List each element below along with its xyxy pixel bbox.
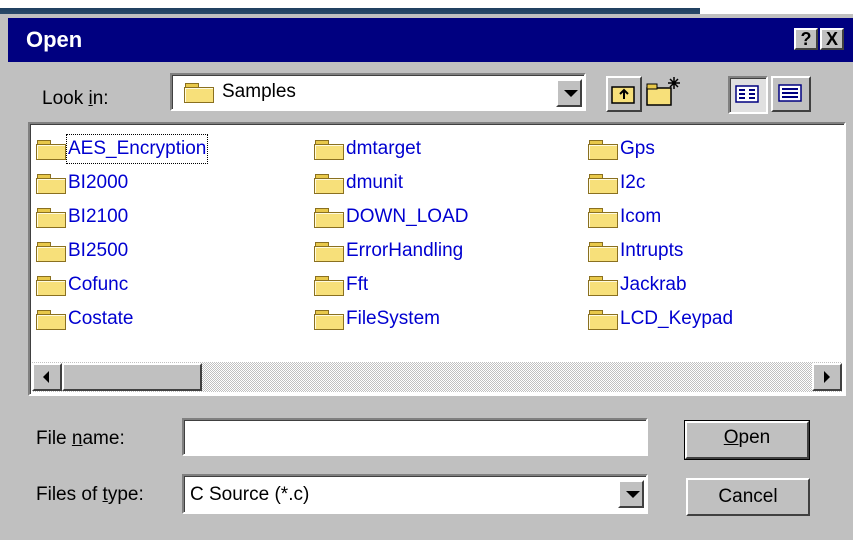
list-item[interactable]: dmunit bbox=[314, 170, 403, 196]
list-item[interactable]: Icom bbox=[588, 204, 661, 230]
look-in-combo[interactable]: Samples bbox=[170, 73, 586, 111]
list-item[interactable]: dmtarget bbox=[314, 136, 421, 162]
list-item[interactable]: I2c bbox=[588, 170, 645, 196]
folder-icon bbox=[36, 241, 66, 262]
file-type-dropdown-button[interactable] bbox=[618, 480, 644, 508]
arrow-left-icon bbox=[43, 371, 49, 383]
folder-icon bbox=[36, 139, 66, 160]
folder-icon bbox=[588, 207, 618, 228]
scroll-right-button[interactable] bbox=[812, 363, 842, 391]
create-new-folder-button[interactable] bbox=[644, 74, 680, 110]
folder-icon bbox=[314, 309, 344, 330]
folder-icon bbox=[314, 275, 344, 296]
file-name-input[interactable] bbox=[182, 418, 648, 456]
list-view-icon bbox=[735, 85, 759, 103]
arrow-right-icon bbox=[824, 371, 830, 383]
up-one-level-button[interactable] bbox=[606, 76, 642, 112]
scroll-thumb[interactable] bbox=[62, 363, 202, 391]
up-one-level-icon bbox=[611, 86, 635, 104]
file-list[interactable]: AES_Encryption BI2000 BI2100 BI2500 Cofu… bbox=[28, 122, 846, 396]
folder-icon bbox=[588, 241, 618, 262]
folder-icon bbox=[588, 139, 618, 160]
background-window-edge bbox=[0, 0, 700, 14]
list-item[interactable]: Jackrab bbox=[588, 272, 687, 298]
dialog-title: Open bbox=[26, 27, 83, 52]
horizontal-scrollbar[interactable] bbox=[32, 362, 842, 392]
open-folder-icon bbox=[184, 82, 214, 103]
file-type-combo[interactable]: C Source (*.c) bbox=[182, 474, 648, 514]
list-item[interactable]: Intrupts bbox=[588, 238, 683, 264]
list-item[interactable]: FileSystem bbox=[314, 306, 440, 332]
details-view-button[interactable] bbox=[771, 76, 811, 112]
open-button[interactable]: Open bbox=[684, 420, 810, 460]
folder-icon bbox=[314, 241, 344, 262]
list-item[interactable]: LCD_Keypad bbox=[588, 306, 733, 332]
look-in-value: Samples bbox=[222, 81, 296, 102]
scroll-left-button[interactable] bbox=[32, 363, 62, 391]
file-name-label: File name: bbox=[36, 428, 125, 449]
close-button[interactable]: X bbox=[820, 28, 844, 50]
look-in-dropdown-button[interactable] bbox=[556, 79, 582, 107]
help-button[interactable]: ? bbox=[794, 28, 818, 50]
folder-icon bbox=[36, 275, 66, 296]
background-strip bbox=[0, 0, 853, 14]
folder-icon bbox=[588, 275, 618, 296]
list-view-button[interactable] bbox=[728, 76, 768, 114]
folder-icon bbox=[314, 207, 344, 228]
look-in-label: Look in: bbox=[42, 88, 109, 109]
list-item[interactable]: BI2100 bbox=[36, 204, 128, 230]
folder-icon bbox=[314, 173, 344, 194]
list-item[interactable]: BI2500 bbox=[36, 238, 128, 264]
list-item[interactable]: Gps bbox=[588, 136, 655, 162]
list-item[interactable]: AES_Encryption bbox=[36, 134, 209, 164]
list-item[interactable]: Costate bbox=[36, 306, 133, 332]
list-item[interactable]: ErrorHandling bbox=[314, 238, 463, 264]
folder-icon bbox=[36, 173, 66, 194]
list-item[interactable]: Cofunc bbox=[36, 272, 128, 298]
open-button-label: Open bbox=[723, 427, 771, 448]
list-item[interactable]: BI2000 bbox=[36, 170, 128, 196]
list-item[interactable]: Fft bbox=[314, 272, 368, 298]
file-type-label: Files of type: bbox=[36, 484, 144, 505]
details-view-icon bbox=[778, 84, 802, 102]
file-type-value: C Source (*.c) bbox=[190, 484, 310, 505]
folder-icon bbox=[314, 139, 344, 160]
folder-icon bbox=[588, 173, 618, 194]
title-bar: Open ? X bbox=[8, 18, 853, 62]
folder-icon bbox=[36, 309, 66, 330]
create-new-folder-icon bbox=[646, 77, 680, 106]
folder-icon bbox=[588, 309, 618, 330]
cancel-button[interactable]: Cancel bbox=[686, 478, 810, 516]
folder-icon bbox=[36, 207, 66, 228]
list-item[interactable]: DOWN_LOAD bbox=[314, 204, 468, 230]
